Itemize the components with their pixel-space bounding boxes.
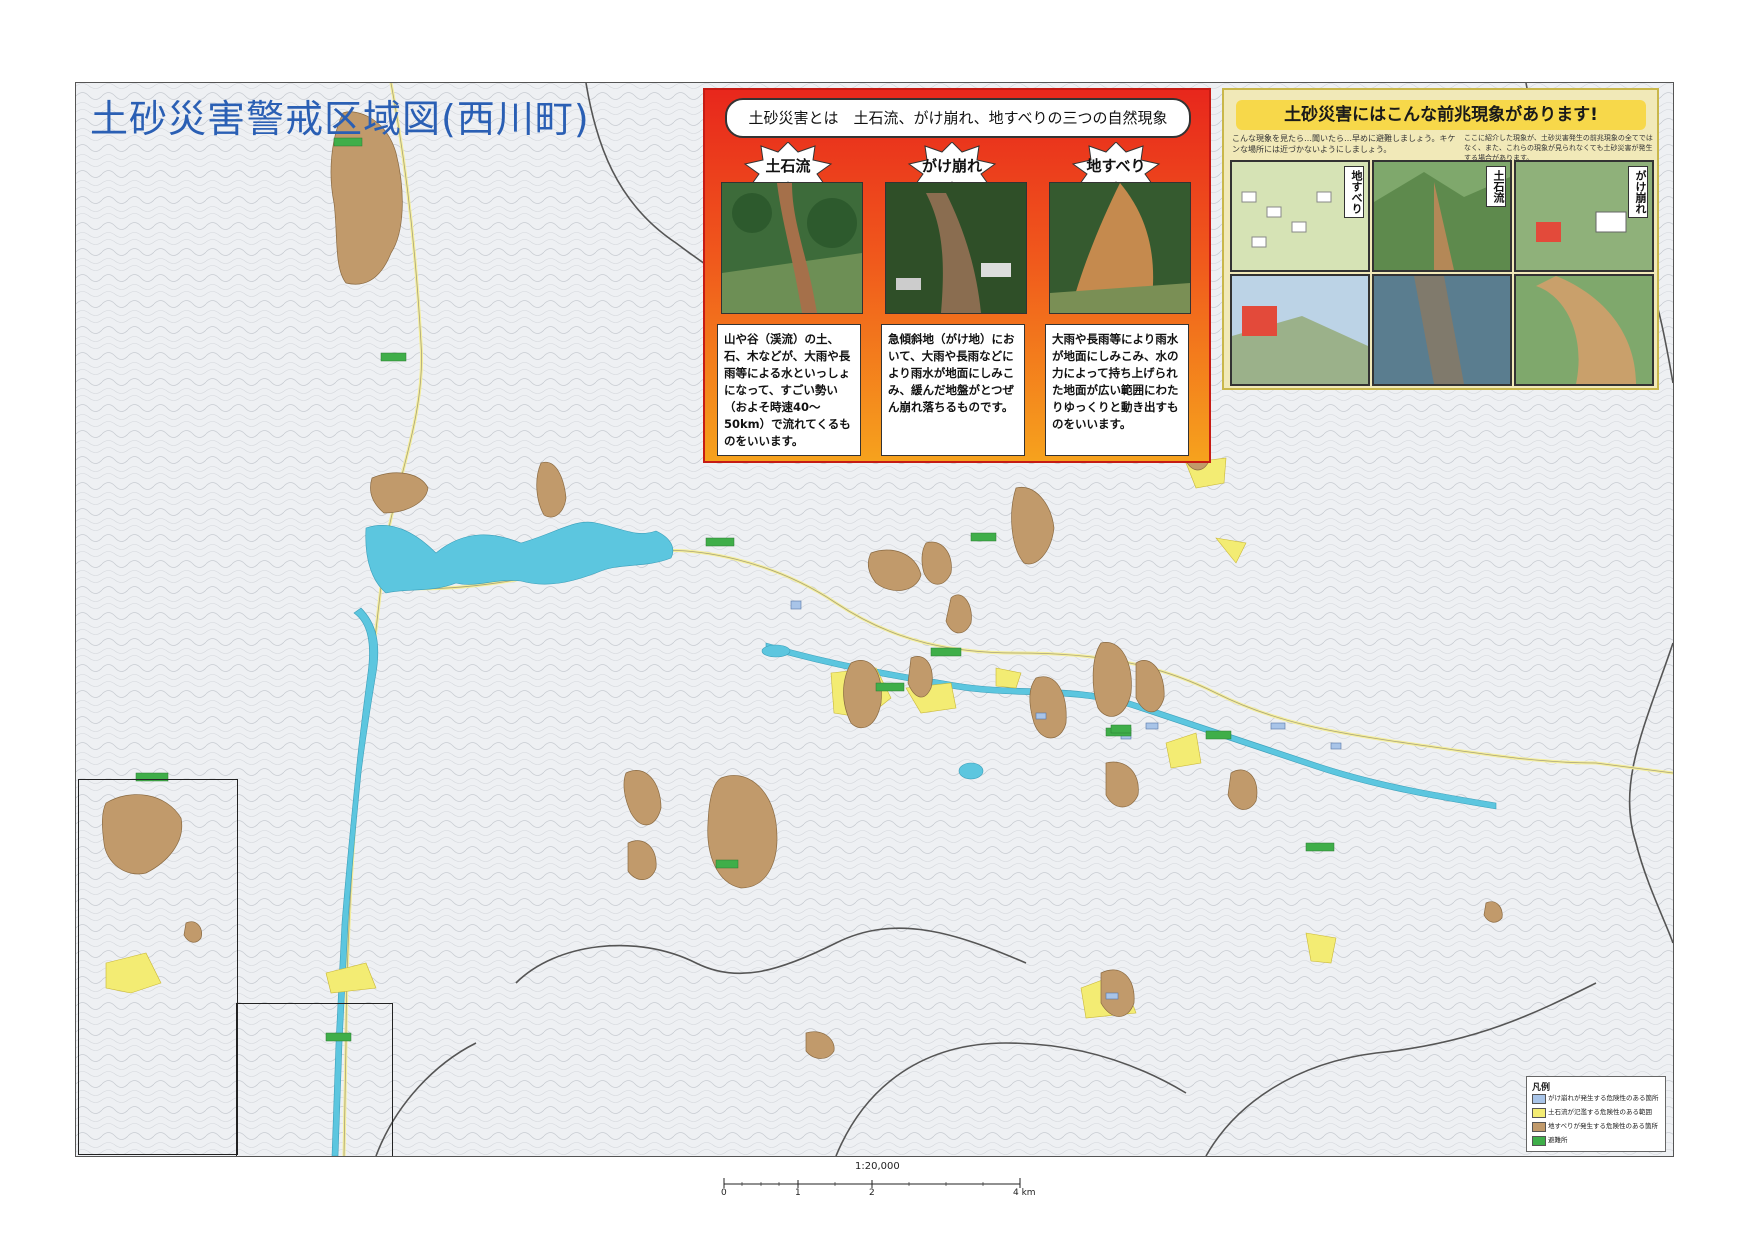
hazard-description: 急傾斜地（がけ地）において、大雨や長雨などにより雨水が地面にしみこみ、緩んだ地盤… — [881, 324, 1025, 456]
hazard-label: がけ崩れ — [921, 157, 982, 175]
hazard-label: 地すべり — [1086, 157, 1146, 175]
slope-failure-photo — [885, 182, 1027, 314]
scale-bar — [723, 1178, 1021, 1188]
legend-label: がけ崩れが発生する危険性のある箇所 — [1548, 1094, 1659, 1102]
legend-row: 土石流が氾濫する危険性のある範囲 — [1532, 1107, 1662, 1118]
inset-map-frame-small — [236, 1003, 393, 1156]
warning-title: 土砂災害にはこんな前兆現象があります! — [1236, 100, 1646, 130]
legend-title: 凡例 — [1532, 1083, 1551, 1093]
hazard-description: 大雨や長雨等により雨水が地面にしみこみ、水の力によって持ち上げられた地面が広い範… — [1045, 324, 1189, 456]
scale-tick: 2 — [869, 1188, 875, 1198]
legend-row: 地すべりが発生する危険性のある箇所 — [1532, 1121, 1662, 1132]
legend-swatch-slope — [1532, 1094, 1546, 1104]
legend-label: 避難所 — [1548, 1136, 1568, 1144]
legend-swatch-landslide — [1532, 1122, 1546, 1132]
warning-illustration-slope-top: がけ崩れ — [1514, 160, 1654, 272]
warning-illustration-slope-bottom — [1514, 274, 1654, 386]
scale-tick: 1 — [795, 1188, 801, 1198]
warning-tag: 地すべり — [1344, 166, 1364, 218]
landslide-photo — [1049, 182, 1191, 314]
warning-intro: こんな現象を見たら…聞いたら…早めに避難しましょう。キケンな場所には近づかないよ… — [1232, 134, 1456, 154]
legend-label: 地すべりが発生する危険性のある箇所 — [1548, 1122, 1659, 1130]
map-legend: 凡例 がけ崩れが発生する危険性のある箇所 土石流が氾濫する危険性のある範囲 地す… — [1526, 1076, 1666, 1152]
legend-row: がけ崩れが発生する危険性のある箇所 — [1532, 1093, 1662, 1104]
warning-tag: がけ崩れ — [1628, 166, 1648, 218]
warning-tag: 土石流 — [1486, 166, 1506, 207]
info-heading: 土砂災害とは 土石流、がけ崩れ、地すべりの三つの自然現象 — [725, 98, 1191, 138]
hazard-label: 土石流 — [765, 157, 811, 175]
hazard-description: 山や谷（渓流）の土、石、木などが、大雨や長雨等による水といっしょになって、すごい… — [717, 324, 861, 456]
warning-illustration-landslide-bottom — [1230, 274, 1370, 386]
legend-label: 土石流が氾濫する危険性のある範囲 — [1548, 1108, 1652, 1116]
legend-swatch-debris — [1532, 1108, 1546, 1118]
map-title: 土砂災害警戒区域図(西川町) — [90, 97, 590, 141]
debris-flow-photo — [721, 182, 863, 314]
inset-map-frame — [78, 779, 238, 1155]
warning-note: ここに紹介した現象が、土砂災害発生の前兆現象の全てではなく、また、これらの現象が… — [1464, 134, 1653, 162]
legend-row: 避難所 — [1532, 1135, 1662, 1146]
warning-signs-panel: 土砂災害にはこんな前兆現象があります! こんな現象を見たら…聞いたら…早めに避難… — [1222, 88, 1659, 390]
warning-illustration-debris-top: 土石流 — [1372, 160, 1512, 272]
hazard-info-panel: 土砂災害とは 土石流、がけ崩れ、地すべりの三つの自然現象 土石流 山や谷（渓流）… — [703, 88, 1211, 463]
scale-tick: 4 km — [1013, 1188, 1036, 1198]
legend-swatch-shelter — [1532, 1136, 1546, 1146]
warning-illustration-landslide-top: 地すべり — [1230, 160, 1370, 272]
scale-tick: 0 — [721, 1188, 727, 1198]
warning-illustration-debris-bottom — [1372, 274, 1512, 386]
scale-ratio: 1:20,000 — [855, 1161, 900, 1172]
